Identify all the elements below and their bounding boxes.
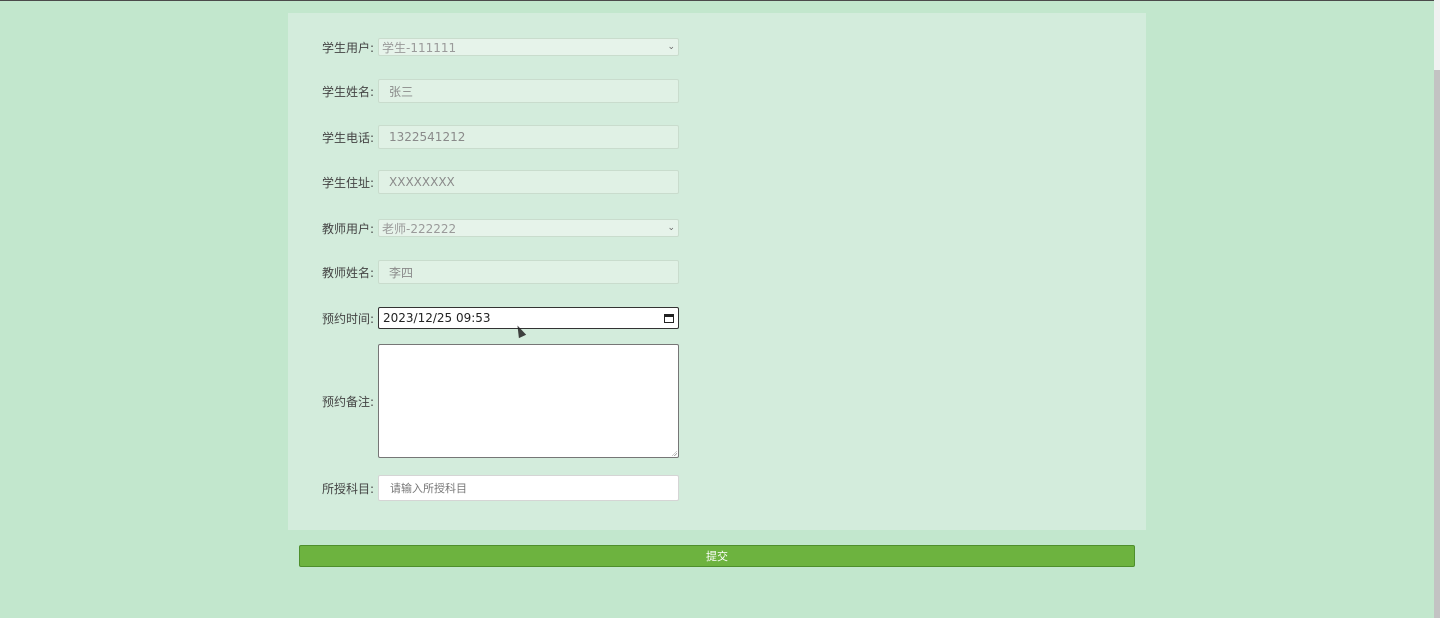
row-student-user: 学生用户: 学生-111111 ⌄ (288, 38, 688, 56)
teacher-user-label: 教师用户: (321, 221, 374, 236)
appointment-time-value: 2023/12/25 09:53 (383, 311, 491, 325)
row-teacher-name: 教师姓名: 李四 (288, 260, 688, 284)
subject-label: 所授科目: (321, 481, 374, 496)
student-phone-field[interactable]: 1322541212 (378, 125, 679, 149)
row-student-phone: 学生电话: 1322541212 (288, 125, 688, 149)
teacher-name-label: 教师姓名: (321, 265, 374, 280)
row-teacher-user: 教师用户: 老师-222222 ⌄ (288, 219, 688, 237)
scrollbar-thumb[interactable] (1434, 70, 1440, 618)
row-appointment-note: 预约备注: (288, 344, 688, 458)
row-appointment-time: 预约时间: 2023/12/25 09:53 (288, 307, 688, 329)
appointment-time-label: 预约时间: (321, 311, 374, 326)
appointment-time-picker[interactable]: 2023/12/25 09:53 (378, 307, 679, 329)
student-user-value: 学生-111111 (382, 40, 457, 55)
appointment-note-textarea[interactable] (378, 344, 679, 458)
appointment-note-label: 预约备注: (321, 394, 374, 409)
subject-input[interactable]: 请输入所授科目 (378, 475, 679, 501)
row-subject: 所授科目: 请输入所授科目 (288, 475, 688, 501)
chevron-down-icon: ⌄ (667, 223, 675, 233)
chevron-down-icon: ⌄ (667, 42, 675, 52)
teacher-name-field[interactable]: 李四 (378, 260, 679, 284)
scrollbar-track[interactable] (1434, 0, 1440, 618)
top-border (0, 0, 1434, 1)
submit-button[interactable]: 提交 (299, 545, 1135, 567)
form-panel: 学生用户: 学生-111111 ⌄ 学生姓名: 张三 学生电话: 1322541… (288, 13, 1146, 530)
resize-grip-icon[interactable] (671, 450, 677, 456)
student-name-value: 张三 (389, 84, 414, 99)
teacher-user-select[interactable]: 老师-222222 ⌄ (378, 219, 679, 237)
student-name-field[interactable]: 张三 (378, 79, 679, 103)
student-name-label: 学生姓名: (321, 84, 374, 99)
teacher-user-value: 老师-222222 (382, 221, 457, 236)
student-user-select[interactable]: 学生-111111 ⌄ (378, 38, 679, 56)
student-user-label: 学生用户: (321, 40, 374, 55)
student-phone-value: 1322541212 (389, 130, 466, 144)
row-student-name: 学生姓名: 张三 (288, 79, 688, 103)
student-address-field[interactable]: XXXXXXXX (378, 170, 679, 194)
row-student-address: 学生住址: XXXXXXXX (288, 170, 688, 194)
student-phone-label: 学生电话: (321, 130, 374, 145)
calendar-icon[interactable] (664, 313, 674, 323)
teacher-name-value: 李四 (389, 265, 414, 280)
subject-placeholder: 请输入所授科目 (390, 482, 467, 495)
student-address-value: XXXXXXXX (389, 175, 455, 189)
student-address-label: 学生住址: (321, 175, 374, 190)
